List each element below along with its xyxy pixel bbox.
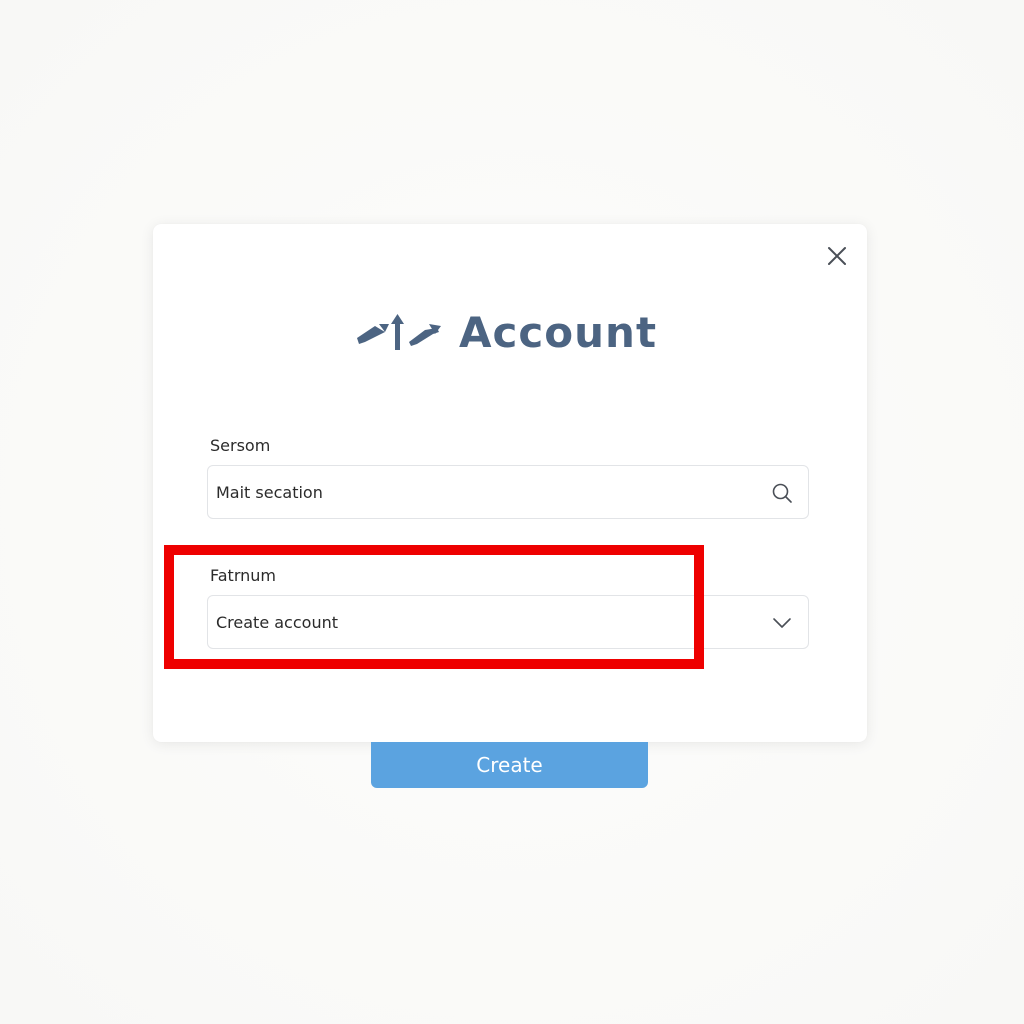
- arrows-logo-icon: [357, 314, 441, 350]
- create-account-dialog: Account Sersom Mait secation Fatrnum Cre…: [153, 224, 867, 742]
- sersom-search-input[interactable]: Mait secation: [207, 465, 809, 519]
- fatrnum-label: Fatrnum: [210, 566, 276, 585]
- search-icon[interactable]: [770, 481, 794, 505]
- dialog-title: Account: [459, 307, 658, 357]
- page-background: Account Sersom Mait secation Fatrnum Cre…: [0, 0, 1024, 1024]
- sersom-input-value: Mait secation: [216, 483, 323, 502]
- sersom-label: Sersom: [210, 436, 271, 455]
- create-button[interactable]: Create: [371, 742, 648, 788]
- chevron-down-icon[interactable]: [770, 611, 794, 635]
- dialog-header: Account: [355, 304, 657, 360]
- close-icon: [828, 247, 846, 265]
- fatrnum-select[interactable]: Create account: [207, 595, 809, 649]
- fatrnum-selected-value: Create account: [216, 613, 338, 632]
- close-button[interactable]: [825, 244, 849, 268]
